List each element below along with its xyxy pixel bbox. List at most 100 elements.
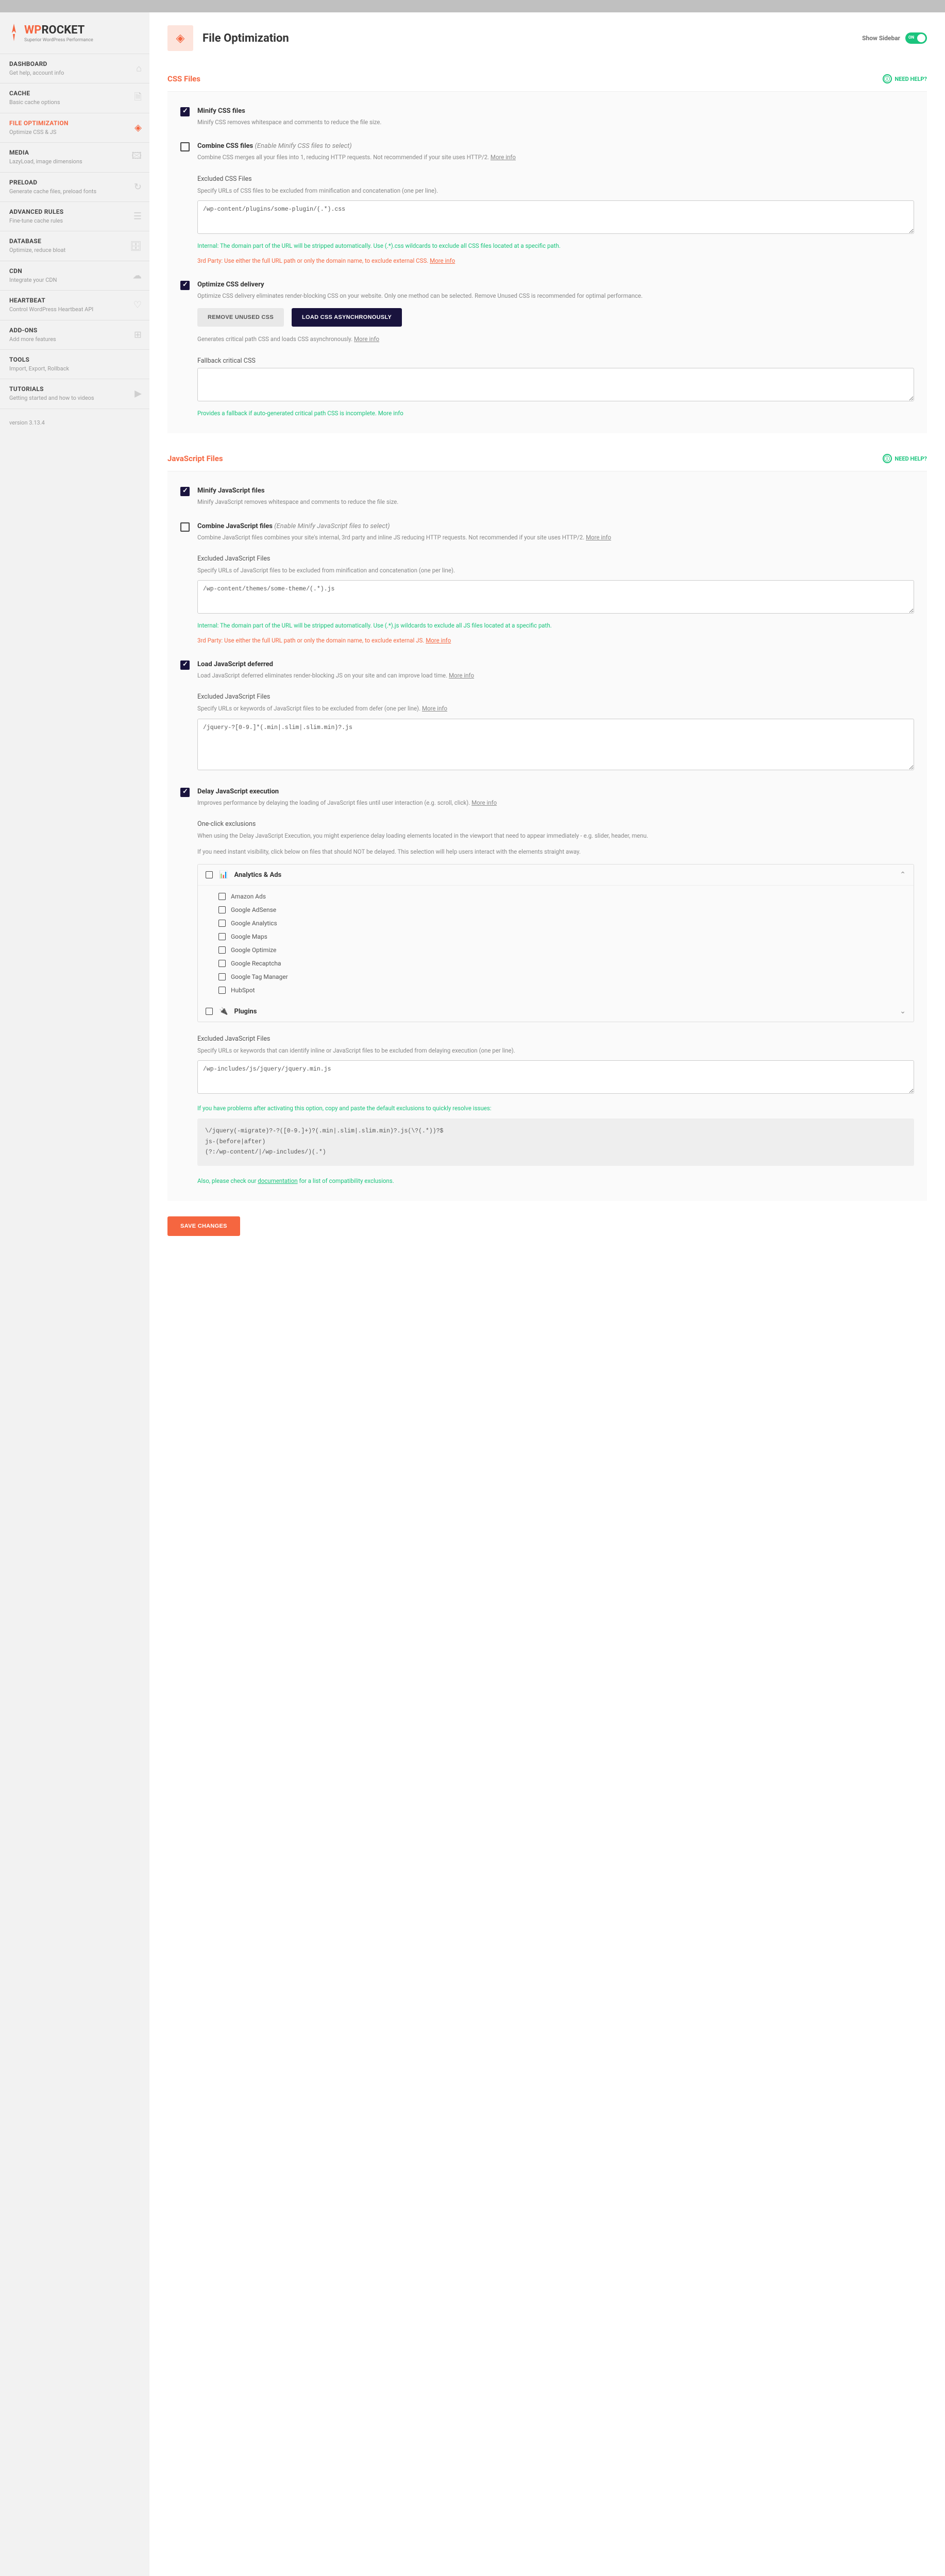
defer-ex-more-link[interactable]: More info: [422, 705, 447, 712]
sidebar-item-dashboard[interactable]: DASHBOARDGet help, account info⌂: [0, 54, 149, 83]
exclusion-item[interactable]: HubSpot: [198, 984, 914, 997]
sidebar-item-tools[interactable]: TOOLSImport, Export, Rollback: [0, 349, 149, 379]
show-sidebar-label: Show Sidebar: [862, 35, 900, 42]
combine-css-desc: Combine CSS merges all your files into 1…: [197, 152, 914, 162]
defer-js-desc: Load JavaScript deferred eliminates rend…: [197, 671, 914, 680]
analytics-group-header[interactable]: 📊 Analytics & Ads ⌃: [198, 865, 914, 886]
remove-unused-css-button[interactable]: REMOVE UNUSED CSS: [197, 308, 284, 327]
analytics-group-checkbox[interactable]: [206, 871, 213, 878]
nav-icon: 🗄: [130, 241, 142, 251]
load-css-async-button[interactable]: LOAD CSS ASYNCHRONOUSLY: [292, 308, 402, 327]
file-optimization-icon: ◈: [167, 25, 193, 51]
default-exclusions-code: \/jquery(-migrate)?-?([0-9.]+)?(.min|.sl…: [197, 1118, 914, 1166]
minify-js-checkbox[interactable]: [180, 487, 190, 496]
sidebar-item-cdn[interactable]: CDNIntegrate your CDN☁: [0, 261, 149, 290]
defer-ex-label: Excluded JavaScript Files: [197, 693, 914, 701]
optimize-css-label: Optimize CSS delivery: [197, 281, 914, 289]
optimize-css-checkbox[interactable]: [180, 281, 190, 290]
exclusion-item[interactable]: Google AdSense: [198, 903, 914, 917]
chart-icon: 📊: [219, 871, 228, 879]
defer-ex-desc: Specify URLs or keywords of JavaScript f…: [197, 704, 914, 713]
excluded-js-input[interactable]: /wp-content/themes/some-theme/(.*).js: [197, 580, 914, 614]
fallback-css-input[interactable]: [197, 368, 914, 401]
combine-js-label: Combine JavaScript files (Enable Minify …: [197, 522, 914, 530]
minify-css-checkbox[interactable]: [180, 107, 190, 116]
exclusion-checkbox[interactable]: [218, 920, 226, 927]
nav-subtitle: Control WordPress Heartbeat API: [9, 306, 140, 313]
exclusion-checkbox[interactable]: [218, 973, 226, 980]
exclusion-item[interactable]: Google Analytics: [198, 917, 914, 930]
exclusion-label: Google Analytics: [231, 920, 277, 927]
analytics-items: Amazon Ads Google AdSense Google Analytics…: [198, 886, 914, 1001]
help-button[interactable]: ⓘNEED HELP?: [883, 454, 927, 463]
combine-js-checkbox[interactable]: [180, 522, 190, 532]
nav-title: DATABASE: [9, 238, 140, 245]
exclusion-item[interactable]: Amazon Ads: [198, 890, 914, 903]
nav-icon: ♡: [133, 300, 142, 311]
nav-subtitle: Optimize, reduce bloat: [9, 246, 140, 254]
sidebar-item-cache[interactable]: CACHEBasic cache options🗎: [0, 83, 149, 112]
exclusion-item[interactable]: Google Tag Manager: [198, 970, 914, 984]
js-panel: Minify JavaScript files Minify JavaScrip…: [167, 471, 927, 1201]
css-3rdparty-note: 3rd Party: Use either the full URL path …: [197, 256, 914, 265]
css-3p-more-link[interactable]: More info: [430, 257, 455, 264]
combine-js-more-link[interactable]: More info: [586, 534, 611, 541]
sidebar-item-add-ons[interactable]: ADD-ONSAdd more features⊞: [0, 320, 149, 349]
delay-ex-desc: Specify URLs or keywords that can identi…: [197, 1046, 914, 1055]
sidebar-item-tutorials[interactable]: TUTORIALSGetting started and how to vide…: [0, 379, 149, 409]
help-icon: ⓘ: [883, 74, 892, 83]
exclusion-label: Google AdSense: [231, 906, 276, 913]
defer-ex-input[interactable]: /jquery-?[0-9.]*(.min|.slim|.slim.min)?.…: [197, 719, 914, 770]
chevron-up-icon: ⌃: [900, 871, 906, 879]
js-3p-more-link[interactable]: More info: [426, 637, 451, 644]
documentation-link[interactable]: documentation: [258, 1177, 297, 1184]
nav-subtitle: Generate cache files, preload fonts: [9, 188, 140, 195]
exclusion-checkbox[interactable]: [218, 906, 226, 913]
sidebar-item-preload[interactable]: PRELOAD Generate cache files, preload fon…: [0, 172, 149, 201]
plugins-group-label: Plugins: [234, 1008, 257, 1015]
exclusion-item[interactable]: Google Optimize: [198, 943, 914, 957]
js-section: JavaScript Files ⓘNEED HELP? Minify Java…: [149, 444, 945, 1211]
delay-more-link[interactable]: More info: [471, 799, 497, 806]
nav-title: DASHBOARD: [9, 60, 140, 67]
sidebar-item-database[interactable]: DATABASEOptimize, reduce bloat🗄: [0, 231, 149, 260]
sidebar-item-media[interactable]: MEDIALazyLoad, image dimensions🖾: [0, 142, 149, 172]
exclusion-item[interactable]: Google Recaptcha: [198, 957, 914, 970]
exclusion-checkbox[interactable]: [218, 960, 226, 967]
version-label: version 3.13.4: [0, 409, 149, 436]
logo-text: WPROCKET: [24, 24, 93, 37]
exclusion-checkbox[interactable]: [218, 893, 226, 900]
exclusions-panel: 📊 Analytics & Ads ⌃ Amazon Ads Google AdS…: [197, 864, 914, 1022]
css-section-title: CSS Files: [167, 74, 883, 83]
exclusion-item[interactable]: Google Maps: [198, 930, 914, 943]
defer-more-link[interactable]: More info: [449, 672, 474, 679]
plugins-group-header[interactable]: 🔌 Plugins ⌄: [198, 1001, 914, 1022]
nav-title: PRELOAD: [9, 179, 140, 186]
css-gen-more-link[interactable]: More info: [354, 335, 379, 343]
js-section-title: JavaScript Files: [167, 454, 883, 463]
combine-css-checkbox[interactable]: [180, 142, 190, 151]
fallback-more-link[interactable]: More info: [378, 410, 403, 417]
plugins-group-checkbox[interactable]: [206, 1008, 213, 1015]
nav-subtitle: Get help, account info: [9, 69, 140, 77]
delay-ex-input[interactable]: /wp-includes/js/jquery/jquery.min.js: [197, 1060, 914, 1094]
show-sidebar-toggle[interactable]: Show Sidebar ON: [862, 32, 927, 44]
nav-subtitle: Fine-tune cache rules: [9, 217, 140, 225]
excluded-css-input[interactable]: /wp-content/plugins/some-plugin/(.*).css: [197, 200, 914, 234]
combine-css-more-link[interactable]: More info: [491, 154, 516, 161]
sidebar-item-advanced-rules[interactable]: ADVANCED RULESFine-tune cache rules☰: [0, 201, 149, 231]
plugin-icon: 🔌: [219, 1007, 228, 1015]
exclusion-checkbox[interactable]: [218, 987, 226, 994]
save-changes-button[interactable]: SAVE CHANGES: [167, 1216, 240, 1236]
help-button[interactable]: ⓘNEED HELP?: [883, 74, 927, 83]
exclusion-label: Google Recaptcha: [231, 960, 281, 967]
sidebar-toggle-switch[interactable]: ON: [905, 32, 927, 44]
delay-js-checkbox[interactable]: [180, 788, 190, 797]
exclusion-checkbox[interactable]: [218, 933, 226, 940]
defer-js-checkbox[interactable]: [180, 660, 190, 670]
sidebar-item-heartbeat[interactable]: HEARTBEATControl WordPress Heartbeat API…: [0, 290, 149, 319]
sidebar-item-file-optimization[interactable]: FILE OPTIMIZATIONOptimize CSS & JS◈: [0, 113, 149, 142]
exclusion-checkbox[interactable]: [218, 946, 226, 954]
minify-js-desc: Minify JavaScript removes whitespace and…: [197, 497, 914, 506]
fallback-css-note: Provides a fallback if auto-generated cr…: [197, 409, 914, 418]
